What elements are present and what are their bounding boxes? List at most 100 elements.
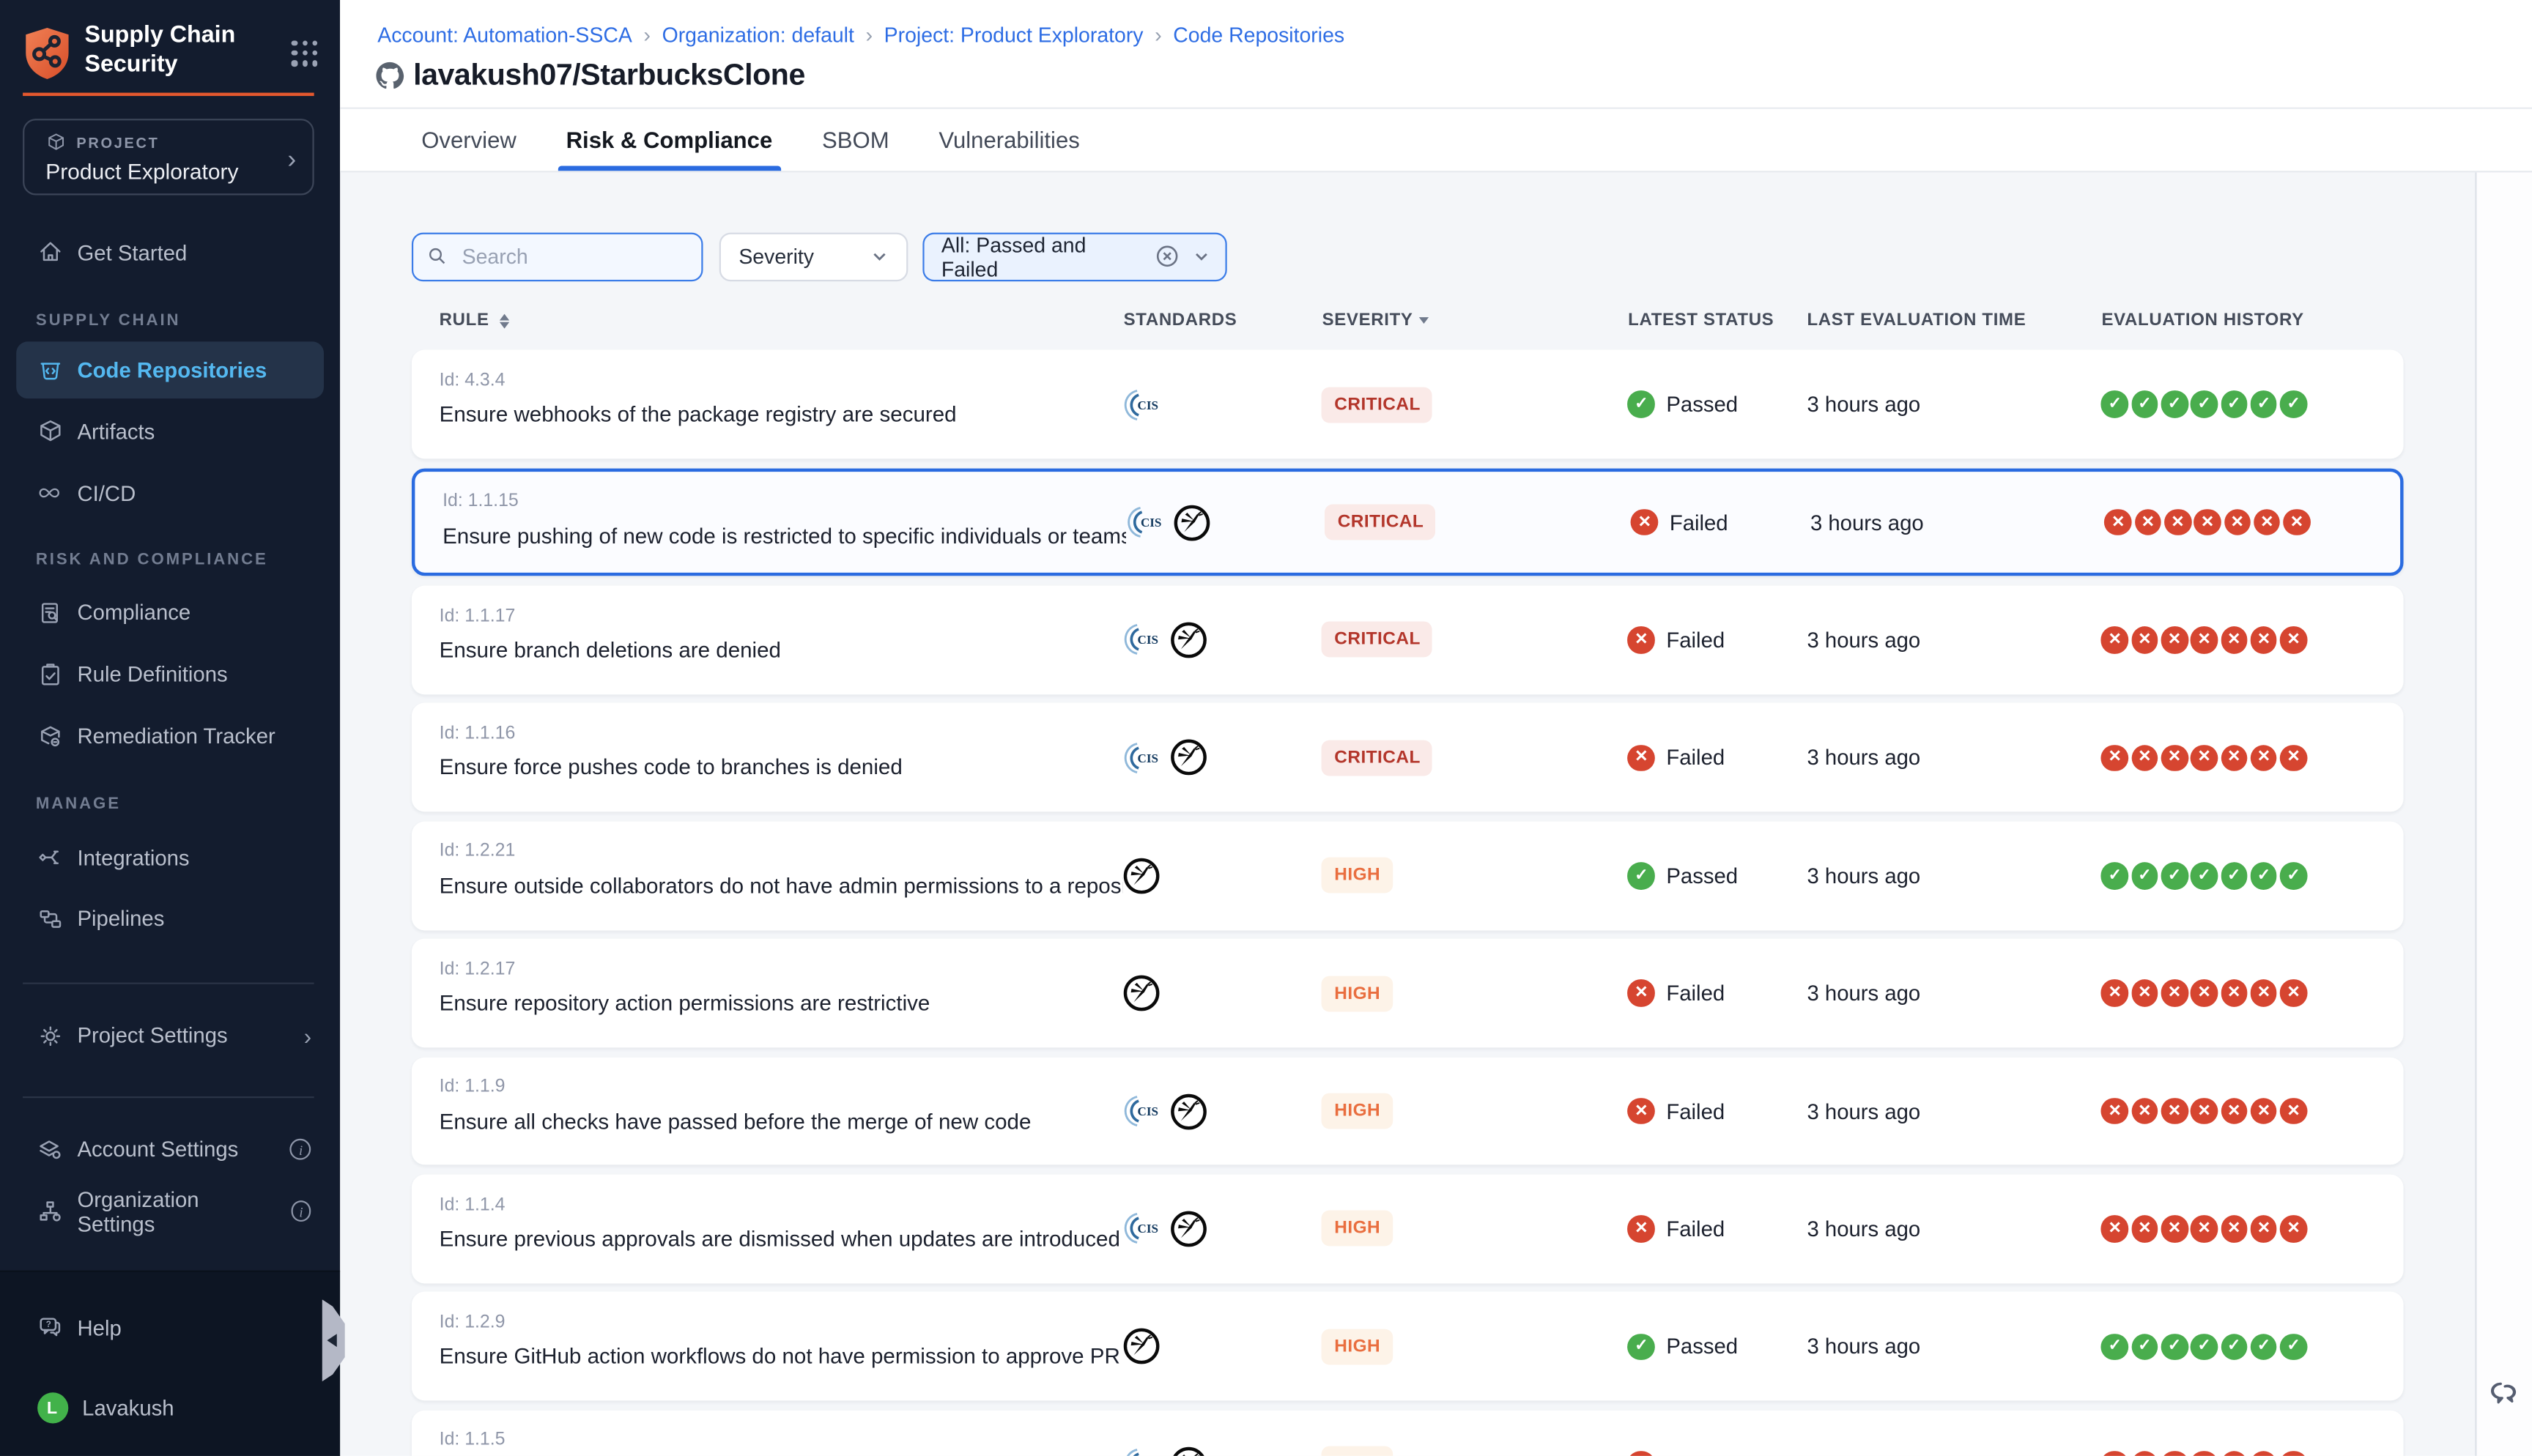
status-icon bbox=[1628, 391, 1655, 418]
table-row[interactable]: Id: 1.1.4 Ensure previous approvals are … bbox=[412, 1175, 2404, 1283]
project-cube-icon bbox=[45, 132, 67, 153]
table-row[interactable]: Id: 1.1.15 Ensure pushing of new code is… bbox=[412, 468, 2404, 576]
history-fail-icon bbox=[2280, 1451, 2307, 1456]
sidebar-item-cicd[interactable]: CI/CD bbox=[16, 472, 325, 514]
rule-id: Id: 1.1.16 bbox=[440, 724, 1124, 743]
search-box[interactable] bbox=[412, 232, 704, 282]
sidebar-item-account-settings[interactable]: Account Settings i bbox=[16, 1128, 325, 1170]
breadcrumb-project[interactable]: Project: Product Exploratory bbox=[884, 23, 1144, 47]
sidebar-item-get-started[interactable]: Get Started bbox=[16, 231, 325, 273]
sidebar-item-organization-settings[interactable]: Organization Settings i bbox=[16, 1190, 325, 1233]
history-cell bbox=[2102, 862, 2404, 889]
history-cell bbox=[2102, 1333, 2404, 1360]
standards-cell: CIS bbox=[1124, 739, 1322, 776]
status-icon bbox=[1628, 744, 1655, 771]
sidebar-item-project-settings[interactable]: Project Settings › bbox=[16, 1014, 325, 1057]
support-chat-icon[interactable] bbox=[2487, 1378, 2521, 1412]
sidebar-item-label: Help bbox=[78, 1315, 122, 1340]
content-area: Severity All: Passed and Failed RULE STA… bbox=[341, 173, 2532, 1456]
owasp-standard-icon bbox=[1171, 739, 1208, 776]
severity-badge: HIGH bbox=[1322, 1211, 1393, 1247]
status-label: Failed bbox=[1666, 746, 1725, 770]
tab-overview[interactable]: Overview bbox=[413, 109, 525, 171]
severity-badge: HIGH bbox=[1322, 976, 1393, 1011]
section-risk-and-compliance: RISK AND COMPLIANCE bbox=[36, 551, 268, 569]
table-row[interactable]: Id: 4.3.4 Ensure webhooks of the package… bbox=[412, 350, 2404, 458]
user-menu[interactable]: L Lavakush bbox=[16, 1386, 325, 1429]
info-icon[interactable]: i bbox=[290, 1139, 311, 1160]
breadcrumb-account[interactable]: Account: Automation-SSCA bbox=[377, 23, 632, 47]
history-fail-icon bbox=[2191, 627, 2218, 654]
sidebar-item-code-repositories[interactable]: Code Repositories bbox=[16, 341, 325, 398]
history-fail-icon bbox=[2105, 509, 2132, 536]
history-fail-icon bbox=[2102, 627, 2129, 654]
severity-badge: CRITICAL bbox=[1325, 505, 1436, 541]
severity-badge: HIGH bbox=[1322, 1329, 1393, 1364]
evaluation-time: 3 hours ago bbox=[1807, 628, 2101, 652]
project-selector[interactable]: PROJECT Product Exploratory › bbox=[23, 119, 314, 195]
breadcrumb-organization[interactable]: Organization: default bbox=[662, 23, 854, 47]
rule-id: Id: 4.3.4 bbox=[440, 371, 1124, 390]
table-row[interactable]: Id: 1.1.16 Ensure force pushes code to b… bbox=[412, 704, 2404, 812]
history-pass-icon bbox=[2280, 862, 2307, 889]
table-row[interactable]: Id: 1.2.9 Ensure GitHub action workflows… bbox=[412, 1292, 2404, 1400]
history-pass-icon bbox=[2251, 862, 2278, 889]
history-fail-icon bbox=[2191, 1451, 2218, 1456]
history-pass-icon bbox=[2131, 391, 2158, 418]
history-fail-icon bbox=[2221, 1451, 2248, 1456]
shield-logo-icon bbox=[23, 26, 72, 80]
table-row[interactable]: Id: 1.1.5 CIS HIGH Failed 3 hours ago bbox=[412, 1410, 2404, 1456]
app-grid-icon[interactable] bbox=[292, 41, 318, 67]
table-row[interactable]: Id: 1.1.17 Ensure branch deletions are d… bbox=[412, 586, 2404, 694]
sort-desc-icon[interactable] bbox=[1419, 318, 1429, 324]
sidebar-item-compliance[interactable]: Compliance bbox=[16, 591, 325, 634]
sort-icon[interactable] bbox=[499, 313, 508, 329]
history-fail-icon bbox=[2191, 1216, 2218, 1243]
clear-filter-icon[interactable] bbox=[1155, 245, 1179, 269]
svg-text:CIS: CIS bbox=[1139, 398, 1160, 412]
status: Failed bbox=[1612, 1098, 1807, 1125]
info-icon[interactable]: i bbox=[291, 1200, 311, 1222]
history-pass-icon bbox=[2131, 1333, 2158, 1360]
tab-vulnerabilities[interactable]: Vulnerabilities bbox=[930, 109, 1088, 171]
search-input[interactable] bbox=[459, 243, 687, 271]
chevron-right-icon: › bbox=[304, 1022, 311, 1049]
history-fail-icon bbox=[2131, 1098, 2158, 1125]
table-row[interactable]: Id: 1.2.17 Ensure repository action perm… bbox=[412, 939, 2404, 1047]
rule-text: Ensure all checks have passed before the… bbox=[440, 1109, 1124, 1133]
rule-id: Id: 1.1.9 bbox=[440, 1077, 1124, 1097]
sidebar-item-integrations[interactable]: Integrations bbox=[16, 836, 325, 879]
table-row[interactable]: Id: 1.1.9 Ensure all checks have passed … bbox=[412, 1057, 2404, 1165]
sidebar-item-remediation-tracker[interactable]: Remediation Tracker bbox=[16, 715, 325, 757]
page-title: lavakush07/StarbucksClone bbox=[413, 57, 805, 93]
status-label: Failed bbox=[1666, 1217, 1725, 1241]
app-title: Supply Chain Security bbox=[84, 23, 292, 81]
severity-filter-dropdown[interactable]: Severity bbox=[719, 232, 908, 282]
sidebar-item-artifacts[interactable]: Artifacts bbox=[16, 410, 325, 453]
column-rule[interactable]: RULE bbox=[440, 311, 489, 331]
history-fail-icon bbox=[2131, 1216, 2158, 1243]
tab-risk-and-compliance[interactable]: Risk & Compliance bbox=[558, 109, 780, 171]
sidebar-item-rule-definitions[interactable]: Rule Definitions bbox=[16, 653, 325, 696]
status: Failed bbox=[1615, 509, 1810, 536]
svg-text:CIS: CIS bbox=[1139, 634, 1160, 647]
history-fail-icon bbox=[2251, 627, 2278, 654]
tab-sbom[interactable]: SBOM bbox=[814, 109, 897, 171]
history-fail-icon bbox=[2191, 1098, 2218, 1125]
history-fail-icon bbox=[2161, 980, 2188, 1007]
sidebar-item-pipelines[interactable]: Pipelines bbox=[16, 897, 325, 940]
breadcrumb: Account: Automation-SSCA› Organization: … bbox=[377, 23, 1344, 47]
history-pass-icon bbox=[2280, 1333, 2307, 1360]
status-filter-dropdown[interactable]: All: Passed and Failed bbox=[923, 232, 1227, 282]
avatar: L bbox=[37, 1392, 67, 1423]
status-icon bbox=[1628, 980, 1655, 1007]
rule-text: Ensure outside collaborators do not have… bbox=[440, 873, 1124, 897]
severity-badge: HIGH bbox=[1322, 1093, 1393, 1129]
sidebar-item-help[interactable]: ? Help bbox=[16, 1307, 325, 1349]
svg-text:CIS: CIS bbox=[1139, 751, 1160, 765]
column-severity[interactable]: SEVERITY bbox=[1322, 311, 1413, 331]
history-fail-icon bbox=[2280, 1098, 2307, 1125]
standards-cell bbox=[1124, 975, 1322, 1012]
table-row[interactable]: Id: 1.2.21 Ensure outside collaborators … bbox=[412, 821, 2404, 929]
breadcrumb-code-repositories[interactable]: Code Repositories bbox=[1173, 23, 1344, 47]
